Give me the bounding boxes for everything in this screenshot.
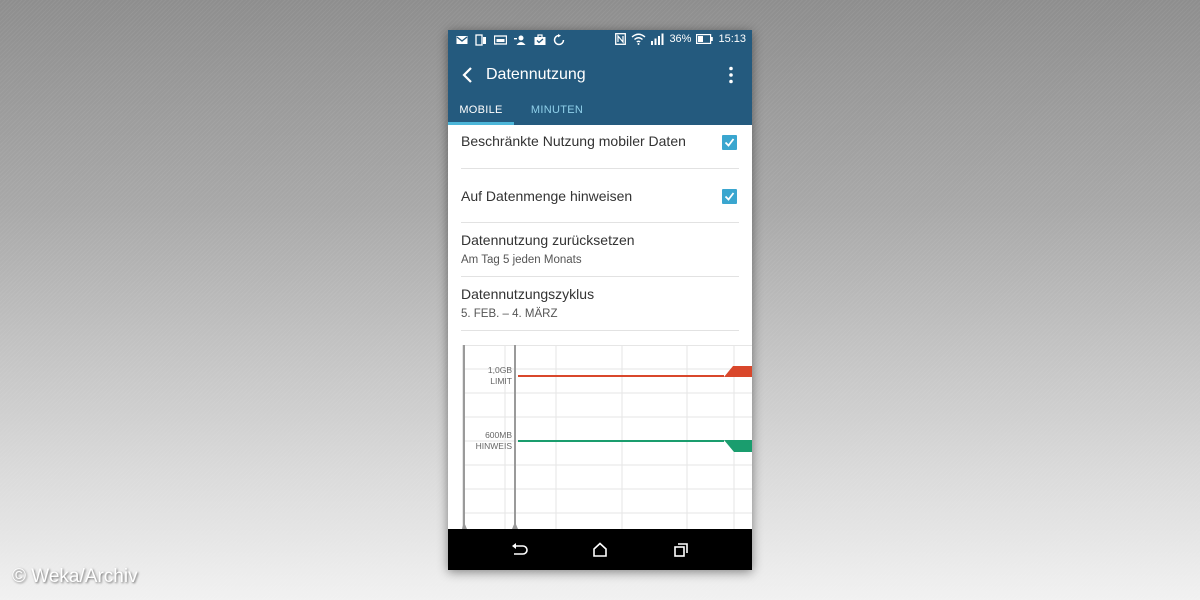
data-warning-checkbox[interactable] bbox=[722, 189, 737, 204]
warning-handle[interactable] bbox=[724, 440, 752, 452]
setting-title: Datennutzung zurücksetzen bbox=[461, 232, 635, 248]
navigation-bar bbox=[448, 529, 752, 570]
battery-percent: 36% bbox=[669, 33, 692, 45]
chart-canvas: 1,0GB LIMIT 600MB HINWEIS bbox=[462, 345, 752, 529]
setting-data-warning[interactable]: Auf Datenmenge hinweisen bbox=[461, 169, 739, 223]
battery-icon bbox=[696, 34, 714, 44]
page-title: Datennutzung bbox=[486, 66, 586, 83]
signal-icon bbox=[651, 33, 664, 45]
wifi-icon bbox=[631, 33, 646, 45]
back-nav-icon[interactable] bbox=[510, 541, 528, 559]
setting-title: Beschränkte Nutzung mobiler Daten bbox=[461, 133, 686, 149]
sync-icon bbox=[553, 34, 565, 46]
limit-caption-label: LIMIT bbox=[490, 376, 512, 386]
setting-subtitle: 5. FEB. – 4. MÄRZ bbox=[461, 308, 558, 320]
phone-screen: 36% 15:13 Datennutzung MOBILE MINUTEN Be… bbox=[448, 30, 752, 570]
app-bar: Datennutzung MOBILE MINUTEN bbox=[448, 51, 752, 125]
nfc-icon bbox=[615, 33, 627, 45]
system-icons: 36% 15:13 bbox=[615, 33, 746, 45]
setting-restrict-mobile-data[interactable]: Beschränkte Nutzung mobiler Daten bbox=[461, 125, 739, 169]
overflow-menu-icon[interactable] bbox=[726, 65, 736, 85]
setting-title: Auf Datenmenge hinweisen bbox=[461, 188, 633, 204]
limit-value-label: 1,0GB bbox=[488, 365, 512, 375]
setting-subtitle: Am Tag 5 jeden Monats bbox=[461, 254, 582, 266]
checkmark-icon bbox=[724, 192, 735, 201]
restrict-data-checkbox[interactable] bbox=[722, 135, 737, 150]
recents-nav-icon[interactable] bbox=[672, 541, 690, 559]
setting-title: Datennutzungszyklus bbox=[461, 286, 595, 302]
tab-mobile[interactable]: MOBILE bbox=[448, 104, 514, 125]
setting-usage-cycle[interactable]: Datennutzungszyklus 5. FEB. – 4. MÄRZ bbox=[461, 277, 739, 331]
phone-sync-icon bbox=[475, 34, 486, 46]
clock: 15:13 bbox=[718, 33, 746, 45]
contacts-icon bbox=[514, 35, 526, 45]
cycle-end-handle-grip[interactable] bbox=[512, 522, 518, 529]
limit-handle[interactable] bbox=[724, 366, 752, 377]
notification-icons bbox=[456, 34, 565, 46]
screenshot-icon bbox=[494, 35, 507, 45]
status-bar: 36% 15:13 bbox=[448, 30, 752, 51]
back-arrow-icon[interactable] bbox=[460, 65, 476, 85]
home-nav-icon[interactable] bbox=[591, 541, 609, 559]
briefcase-icon bbox=[534, 34, 546, 45]
data-usage-chart: 1,0GB LIMIT 600MB HINWEIS bbox=[462, 345, 752, 529]
watermark: © Weka/Archiv bbox=[12, 566, 138, 587]
setting-reset-usage[interactable]: Datennutzung zurücksetzen Am Tag 5 jeden… bbox=[461, 223, 739, 277]
checkmark-icon bbox=[724, 138, 735, 147]
settings-content: Beschränkte Nutzung mobiler Daten Auf Da… bbox=[448, 125, 752, 529]
mail-icon bbox=[456, 36, 468, 44]
warning-caption-label: HINWEIS bbox=[476, 441, 513, 451]
warning-value-label: 600MB bbox=[485, 430, 512, 440]
tab-minuten[interactable]: MINUTEN bbox=[514, 104, 600, 125]
